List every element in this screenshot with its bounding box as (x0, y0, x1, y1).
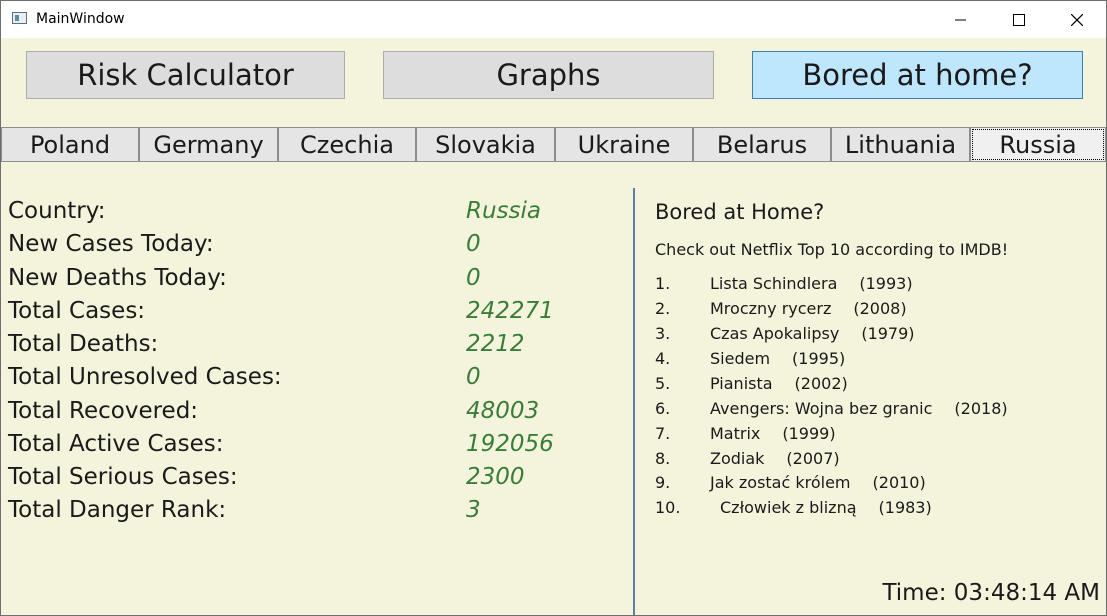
tab-russia[interactable]: Russia (970, 127, 1106, 162)
stat-label-danger-rank: Total Danger Rank: (8, 497, 227, 523)
stat-value-active: 192056 (466, 431, 554, 457)
movie-title: Avengers: Wojna bez granic (710, 399, 933, 418)
stat-label-country: Country: (8, 198, 106, 224)
movie-year: (2007) (786, 449, 840, 468)
movie-rank: 9. (655, 473, 671, 492)
stat-label-total-deaths: Total Deaths: (8, 331, 159, 357)
bored-title: Bored at Home? (655, 200, 825, 224)
stat-value-country: Russia (466, 198, 542, 224)
movie-title: Jak zostać królem (710, 473, 851, 492)
movie-title: Mroczny rycerz (710, 299, 832, 318)
stat-label-serious: Total Serious Cases: (8, 464, 238, 490)
tab-ukraine[interactable]: Ukraine (555, 127, 693, 162)
maximize-icon (1013, 13, 1025, 26)
stat-label-new-cases: New Cases Today: (8, 231, 214, 257)
movie-year: (1979) (861, 324, 915, 343)
stat-value-recovered: 48003 (466, 398, 540, 424)
minimize-button[interactable] (932, 1, 990, 38)
movie-year: (1983) (878, 498, 932, 517)
movie-year: (1999) (782, 424, 836, 443)
movie-rank: 10. (655, 498, 681, 517)
movie-year: (2018) (954, 399, 1008, 418)
window-title: MainWindow (36, 11, 125, 27)
movie-title: Matrix (710, 424, 761, 443)
stat-label-recovered: Total Recovered: (8, 398, 199, 424)
bored-subtitle: Check out Netflix Top 10 according to IM… (655, 240, 1009, 259)
movie-year: (2008) (853, 299, 907, 318)
stat-label-total-cases: Total Cases: (8, 298, 146, 324)
movie-rank: 3. (655, 324, 671, 343)
stat-value-new-deaths: 0 (466, 265, 481, 291)
movie-title: Pianista (710, 374, 773, 393)
app-icon (12, 12, 27, 24)
risk-calculator-button[interactable]: Risk Calculator (26, 51, 345, 99)
stat-value-unresolved: 0 (466, 364, 481, 390)
stat-label-active: Total Active Cases: (8, 431, 224, 457)
tab-poland[interactable]: Poland (1, 127, 139, 162)
movie-rank: 5. (655, 374, 671, 393)
stat-value-serious: 2300 (466, 464, 525, 490)
tab-czechia[interactable]: Czechia (278, 127, 416, 162)
stat-value-new-cases: 0 (466, 231, 481, 257)
stat-label-unresolved: Total Unresolved Cases: (8, 364, 282, 390)
tab-belarus[interactable]: Belarus (693, 127, 831, 162)
movie-title: Czas Apokalipsy (710, 324, 840, 343)
tab-slovakia[interactable]: Slovakia (416, 127, 555, 162)
movie-rank: 1. (655, 274, 671, 293)
panel-divider (633, 188, 635, 616)
movie-title: Człowiek z blizną (720, 498, 857, 517)
movie-rank: 2. (655, 299, 671, 318)
movie-title: Siedem (710, 349, 771, 368)
graphs-button[interactable]: Graphs (383, 51, 714, 99)
stat-label-new-deaths: New Deaths Today: (8, 265, 227, 291)
minimize-icon (955, 19, 966, 20)
movie-rank: 8. (655, 449, 671, 468)
movie-title: Zodiak (710, 449, 765, 468)
movie-rank: 6. (655, 399, 671, 418)
movie-year: (2010) (872, 473, 926, 492)
movie-rank: 7. (655, 424, 671, 443)
tab-lithuania[interactable]: Lithuania (831, 127, 970, 162)
movie-title: Lista Schindlera (710, 274, 838, 293)
movie-year: (1995) (792, 349, 846, 368)
maximize-button[interactable] (990, 1, 1048, 38)
movie-year: (1993) (859, 274, 913, 293)
stat-value-total-cases: 242271 (466, 298, 554, 324)
clock-time: Time: 03:48:14 AM (882, 580, 1100, 606)
close-button[interactable] (1048, 1, 1106, 38)
stat-value-danger-rank: 3 (466, 497, 481, 523)
stat-value-total-deaths: 2212 (466, 331, 525, 357)
close-icon (1071, 13, 1083, 26)
movie-year: (2002) (794, 374, 848, 393)
bored-at-home-button[interactable]: Bored at home? (752, 51, 1083, 99)
title-bar: MainWindow (1, 1, 1106, 38)
tab-germany[interactable]: Germany (139, 127, 278, 162)
movie-rank: 4. (655, 349, 671, 368)
